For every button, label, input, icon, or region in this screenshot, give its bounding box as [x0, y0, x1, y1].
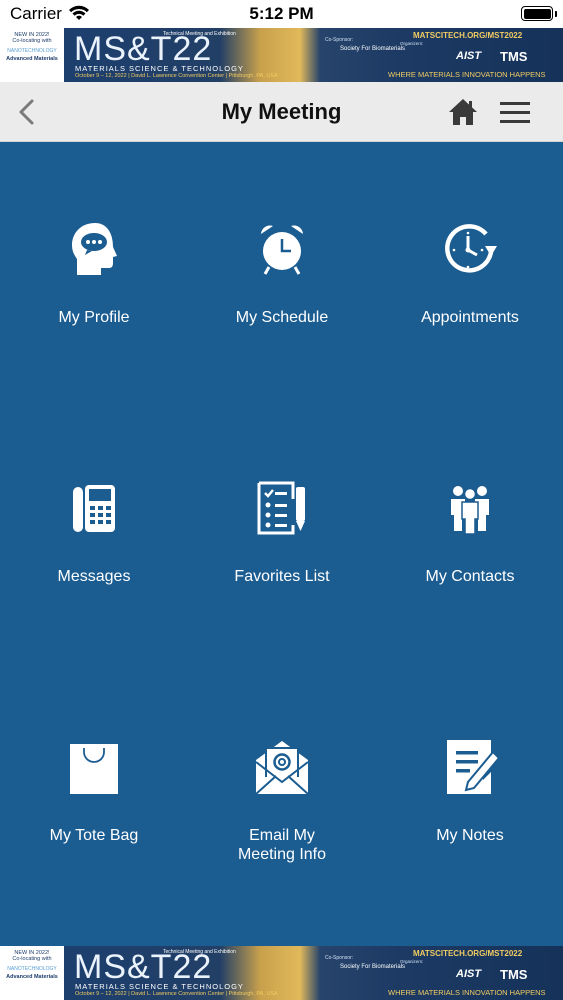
status-time: 5:12 PM	[249, 4, 314, 23]
tile-my-tote-bag[interactable]: My Tote Bag	[0, 738, 188, 958]
colocation-panel: NEW IN 2022! Co-locating with NANOTECHNO…	[0, 28, 64, 82]
status-bar: Carrier 5:12 PM	[0, 0, 563, 28]
tile-label: My Notes	[436, 827, 504, 844]
banner-logo: MS&T22	[74, 948, 213, 986]
people-icon	[451, 486, 489, 535]
bag-icon	[70, 744, 118, 794]
tile-label: My Schedule	[235, 309, 329, 326]
tile-label: My Tote Bag	[49, 827, 139, 844]
email-icon	[255, 741, 309, 795]
home-icon[interactable]	[447, 97, 479, 127]
checklist-icon	[257, 481, 305, 535]
banner-logo: MS&T22	[74, 30, 213, 68]
banner-url: MATSCITECH.ORG/MST2022	[413, 949, 523, 958]
tile-label: Email My Meeting Info	[237, 827, 327, 863]
hamburger-menu-icon[interactable]	[498, 97, 532, 127]
meeting-menu-grid: My Profile My Schedule Appointments Mess…	[0, 142, 563, 946]
tile-my-notes[interactable]: My Notes	[376, 738, 563, 958]
fax-phone-icon	[73, 485, 115, 532]
colocation-panel: NEW IN 2022! Co-locating with NANOTECHNO…	[0, 946, 64, 1000]
tile-my-contacts[interactable]: My Contacts	[376, 479, 563, 699]
tile-appointments[interactable]: Appointments	[376, 220, 563, 440]
sponsor-banner-top[interactable]: NEW IN 2022! Co-locating with NANOTECHNO…	[0, 28, 563, 82]
tile-my-schedule[interactable]: My Schedule	[188, 220, 376, 440]
profile-head-icon	[72, 223, 117, 275]
navigation-bar: My Meeting	[0, 82, 563, 142]
sponsor-banner-bottom[interactable]: NEW IN 2022! Co-locating with NANOTECHNO…	[0, 946, 563, 1000]
tile-messages[interactable]: Messages	[0, 479, 188, 699]
tile-label: Appointments	[421, 309, 519, 326]
banner-url: MATSCITECH.ORG/MST2022	[413, 31, 523, 40]
tile-label: Favorites List	[234, 568, 330, 585]
tile-label: My Profile	[58, 309, 130, 326]
battery-icon	[521, 6, 553, 21]
tile-label: My Contacts	[425, 568, 515, 585]
clock-arrow-icon	[445, 224, 497, 273]
tile-label: Messages	[57, 568, 131, 585]
tile-my-profile[interactable]: My Profile	[0, 220, 188, 440]
notes-icon	[447, 740, 499, 794]
tile-favorites-list[interactable]: Favorites List	[188, 479, 376, 699]
tile-email-meeting-info[interactable]: Email My Meeting Info	[188, 738, 376, 958]
alarm-clock-icon	[261, 225, 303, 275]
